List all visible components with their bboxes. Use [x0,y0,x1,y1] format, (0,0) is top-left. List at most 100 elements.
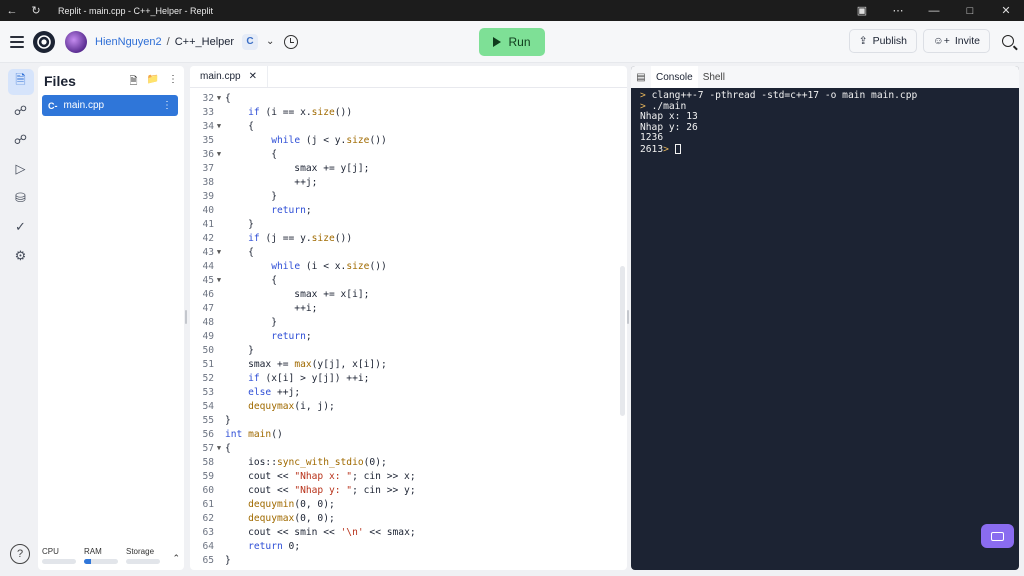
new-file-icon[interactable]: 🗎 [130,74,138,91]
user-avatar[interactable] [65,30,87,53]
code-line[interactable]: 63 cout << smin << '\n' << smax; [190,525,627,539]
close-icon[interactable]: ✕ [988,0,1024,21]
code-line[interactable]: 58 ios::sync_with_stdio(0); [190,455,627,469]
console-panel: ▤ Console Shell > clang++-7 -pthread -st… [631,66,1019,570]
line-number: 51 [202,358,214,370]
invite-button[interactable]: ☺+ Invite [923,29,990,53]
code-line[interactable]: 44 while (i < x.size()) [190,259,627,273]
code-line[interactable]: 38 ++j; [190,175,627,189]
settings-gear-icon[interactable]: ⚙ [8,243,34,269]
code-line[interactable]: 47 ++i; [190,301,627,315]
code-line[interactable]: 61 dequymin(0, 0); [190,497,627,511]
code-line[interactable]: 65} [190,553,627,567]
code-line[interactable]: 62 dequymax(0, 0); [190,511,627,525]
resource-usage[interactable]: CPU RAM Storage ⌃ [42,547,180,564]
fold-arrow-icon[interactable]: ▼ [214,276,224,284]
history-icon[interactable] [284,34,299,49]
code-line[interactable]: 60 cout << "Nhap y: "; cin >> y; [190,483,627,497]
code-line[interactable]: 51 smax += max(y[j], x[i]); [190,357,627,371]
code-text: dequymax(i, j); [248,400,335,412]
debugger-play-icon[interactable]: ▷ [8,156,34,182]
file-item-main-cpp[interactable]: C- main.cpp ⋮ [42,95,178,116]
code-text: } [225,344,254,356]
close-tab-icon[interactable]: ✕ [249,71,257,82]
tab-shell[interactable]: Shell [698,66,730,88]
line-number: 46 [202,288,214,300]
code-line[interactable]: 55} [190,413,627,427]
search-icon[interactable] [1002,35,1014,47]
fold-arrow-icon[interactable]: ▼ [214,444,224,452]
fold-arrow-icon[interactable]: ▼ [214,248,224,256]
line-number: 40 [202,204,214,216]
replit-logo-icon[interactable] [33,30,55,53]
code-line[interactable]: 43 ▼ { [190,245,627,259]
hamburger-menu-icon[interactable] [10,35,24,48]
code-area[interactable]: 32 ▼{33 if (i == x.size()) 34 ▼ {35 while (… [190,88,627,570]
reload-icon[interactable]: ↻ [24,0,48,21]
chat-button[interactable] [981,524,1014,548]
panel-resize-handle[interactable] [627,310,629,324]
tab-main-cpp[interactable]: main.cpp ✕ [190,66,268,87]
chevron-down-icon[interactable]: ⌄ [266,36,274,47]
chevron-up-icon[interactable]: ⌃ [172,553,180,564]
tab-console[interactable]: Console [651,66,698,88]
files-more-icon[interactable]: ⋮ [168,74,178,91]
run-button[interactable]: Run [479,28,545,56]
code-line[interactable]: 54 dequymax(i, j); [190,399,627,413]
code-line[interactable]: 56 int main() [190,427,627,441]
code-line[interactable]: 37 smax += y[j]; [190,161,627,175]
code-line[interactable]: 48 } [190,315,627,329]
more-icon[interactable]: ⋯ [880,0,916,21]
code-line[interactable]: 34 ▼ { [190,119,627,133]
files-tool-icon[interactable]: 🗎 [7,69,34,95]
code-text: while (i < x.size()) [271,260,387,272]
back-arrow-icon[interactable]: ← [0,0,24,21]
code-line[interactable]: 35 while (j < y.size()) [190,133,627,147]
code-line[interactable]: 49 return; [190,329,627,343]
database-icon[interactable]: ⛁ [8,185,34,211]
file-options-icon[interactable]: ⋮ [162,100,172,111]
fold-arrow-icon[interactable]: ▼ [214,94,224,102]
editor-scrollbar[interactable] [620,266,625,416]
console-output[interactable]: > clang++-7 -pthread -std=c++17 -o main … [640,90,917,154]
code-line[interactable]: 53 else ++j; [190,385,627,399]
code-line[interactable]: 64 return 0; [190,539,627,553]
code-text: return 0; [248,540,301,552]
check-icon[interactable]: ✓ [8,214,34,240]
fold-arrow-icon[interactable]: ▼ [214,122,224,130]
line-number: 32 [202,92,214,104]
breadcrumb-repl-name[interactable]: C++_Helper [175,36,234,48]
code-line[interactable]: 45 ▼ { [190,273,627,287]
breadcrumb-username[interactable]: HienNguyen2 [95,36,162,48]
code-line[interactable]: 32 ▼{ [190,91,627,105]
line-number: 38 [202,176,214,188]
publish-button[interactable]: ⇪ Publish [848,29,918,53]
code-line[interactable]: 57 ▼{ [190,441,627,455]
lock-icon[interactable]: ☍ [8,127,34,153]
code-line[interactable]: 52 if (x[i] > y[j]) ++i; [190,371,627,385]
help-icon[interactable]: ? [10,544,30,564]
panel-layout-icon[interactable]: ▤ [631,72,651,83]
code-line[interactable]: 59 cout << "Nhap x: "; cin >> x; [190,469,627,483]
new-folder-icon[interactable]: 📁 [147,74,159,91]
code-line[interactable]: 36 ▼ { [190,147,627,161]
git-branch-icon[interactable]: ☍ [8,98,34,124]
code-line[interactable]: 39 } [190,189,627,203]
console-line: 1236 [640,132,664,143]
code-line[interactable]: 40 return; [190,203,627,217]
line-number: 61 [202,498,214,510]
code-line[interactable]: 41 } [190,217,627,231]
line-number: 57 [202,442,214,454]
fold-arrow-icon[interactable]: ▼ [214,150,224,158]
console-prompt-line[interactable]: 2613> [640,143,917,154]
code-line[interactable]: 42 if (j == y.size()) [190,231,627,245]
line-number: 59 [202,470,214,482]
code-line[interactable]: 33 if (i == x.size()) [190,105,627,119]
cast-icon[interactable]: ▣ [844,0,880,21]
code-line[interactable]: 46 smax += x[i]; [190,287,627,301]
code-line[interactable]: 50 } [190,343,627,357]
line-number: 41 [202,218,214,230]
panel-resize-handle[interactable] [185,310,187,324]
minimize-icon[interactable]: — [916,0,952,21]
maximize-icon[interactable]: □ [952,0,988,21]
